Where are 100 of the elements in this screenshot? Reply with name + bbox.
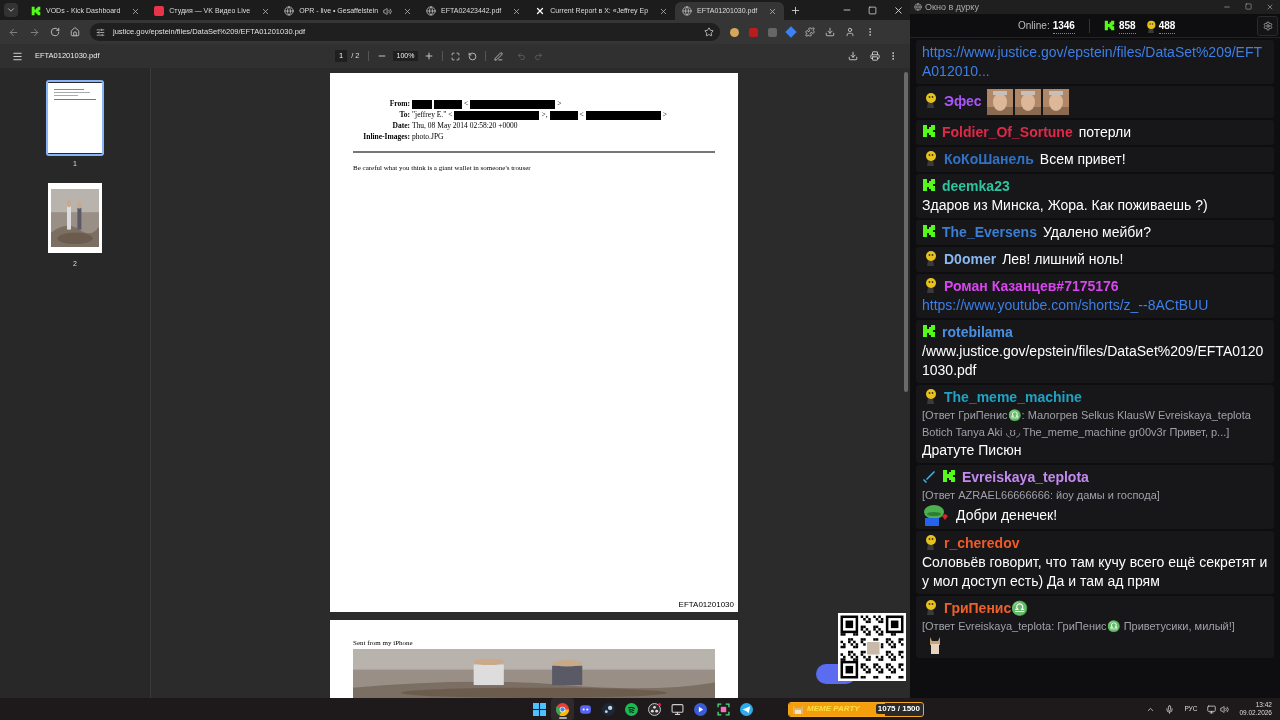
back-icon[interactable] bbox=[8, 26, 19, 38]
k-logo-icon bbox=[922, 124, 936, 138]
round-app-icon[interactable] bbox=[625, 702, 638, 716]
scrollbar-thumb[interactable] bbox=[904, 72, 908, 392]
close-icon[interactable] bbox=[659, 6, 669, 16]
reply-quote: [Ответ Evreiskaya_teplota: ГриПенис♎ Приветусики, милый!] bbox=[922, 619, 1236, 634]
close-icon[interactable] bbox=[131, 6, 141, 16]
close-icon[interactable] bbox=[893, 4, 904, 16]
print-icon[interactable] bbox=[870, 51, 880, 61]
x-mark-icon bbox=[535, 6, 546, 16]
message-link[interactable]: https://www.justice.gov/epstein/files/DataSet%209/EFTA012010... bbox=[922, 43, 1268, 81]
reload-icon[interactable] bbox=[50, 27, 60, 37]
chevron-down-icon bbox=[6, 5, 16, 15]
username[interactable]: Foldier_Of_Sortune bbox=[942, 124, 1073, 140]
k-logo-icon bbox=[922, 224, 936, 238]
extension-icon[interactable] bbox=[785, 26, 797, 38]
message-text: Удалено мейби? bbox=[1042, 224, 1151, 240]
frog-emote bbox=[922, 504, 950, 526]
reply-quote: [Ответ AZRAEL66666666: йоу дамы и господа] bbox=[922, 488, 1161, 503]
message-text: Добри денечек! bbox=[956, 505, 1058, 525]
download-icon[interactable] bbox=[848, 51, 858, 61]
microphone-icon[interactable] bbox=[1165, 704, 1175, 714]
window-title: Окно в дурку bbox=[925, 2, 979, 12]
k-logo-icon bbox=[1103, 20, 1115, 31]
new-tab-icon[interactable] bbox=[790, 5, 802, 16]
redaction-bar bbox=[412, 99, 432, 109]
cat-emote bbox=[928, 635, 942, 655]
fit-page-icon[interactable] bbox=[451, 51, 461, 61]
taskbar-button[interactable] bbox=[551, 698, 574, 720]
settings-button[interactable] bbox=[1257, 15, 1278, 36]
zoom-in-icon[interactable] bbox=[424, 51, 435, 61]
speaker-icon[interactable] bbox=[383, 6, 393, 16]
close-icon[interactable] bbox=[768, 6, 778, 16]
username[interactable]: r_cheredov bbox=[944, 535, 1020, 551]
username[interactable]: КоКоШанель bbox=[944, 151, 1034, 167]
profile-icon[interactable] bbox=[845, 27, 855, 37]
round-app-icon[interactable] bbox=[602, 702, 615, 716]
paper-plane-icon[interactable] bbox=[740, 702, 753, 716]
online-label: Online: bbox=[1018, 19, 1050, 33]
monitor-icon[interactable] bbox=[671, 702, 684, 716]
forward-icon[interactable] bbox=[29, 26, 40, 38]
settings-icon bbox=[1262, 20, 1273, 31]
reply-quote: [Ответ ГриПенис♎: Малогрев Selkus KlausW Evreiskaya_teplota Botich Tanya Aki ◟ʊ◞ The_meme_machine gr00v3r Привет, р...] bbox=[922, 408, 1252, 440]
app-icon bbox=[914, 3, 922, 11]
username[interactable]: The_Eversens bbox=[942, 224, 1037, 240]
username[interactable]: ГриПенис♎ bbox=[944, 600, 1029, 616]
round-app-icon[interactable] bbox=[648, 702, 661, 716]
game-controller-icon[interactable] bbox=[579, 702, 592, 716]
username[interactable]: rotebilama bbox=[942, 324, 1013, 340]
widget-title: MEME PARTY bbox=[807, 704, 860, 714]
viewer-count: 488 bbox=[1158, 17, 1176, 34]
page-thumbnail[interactable] bbox=[46, 80, 104, 156]
sword-icon bbox=[922, 470, 936, 484]
monitor-icon[interactable] bbox=[1207, 704, 1217, 714]
k-logo-icon bbox=[31, 6, 41, 16]
online-count: 1346 bbox=[1052, 17, 1075, 34]
message-text: /www.justice.gov/epstein/files/DataSet%209/EFTA01201030.pdf bbox=[922, 342, 1265, 380]
k-logo-icon bbox=[922, 324, 936, 338]
message-text: потерли bbox=[1078, 124, 1132, 140]
message-text: Здаров из Минска, Жора. Как поживаешь ?) bbox=[922, 196, 1209, 215]
windows-icon[interactable] bbox=[533, 702, 546, 716]
snip-icon[interactable] bbox=[717, 702, 730, 716]
username[interactable]: deemka23 bbox=[942, 178, 1010, 194]
close-icon[interactable] bbox=[512, 6, 522, 16]
k-logo-icon bbox=[922, 178, 936, 192]
speaker-icon[interactable] bbox=[1220, 704, 1230, 714]
viewer-count: 858 bbox=[1118, 17, 1136, 34]
username[interactable]: Роман Казанцев#7175176 bbox=[944, 278, 1119, 294]
round-app-icon[interactable] bbox=[556, 702, 569, 716]
site-settings-icon[interactable] bbox=[96, 27, 105, 37]
download-icon[interactable] bbox=[825, 27, 835, 37]
username[interactable]: Evreiskaya_teplota bbox=[962, 469, 1089, 485]
globe-icon bbox=[284, 6, 295, 16]
close-icon[interactable] bbox=[403, 6, 413, 16]
close-icon[interactable] bbox=[261, 6, 271, 16]
puzzle-icon[interactable] bbox=[805, 27, 815, 37]
square-logo-icon bbox=[154, 6, 165, 16]
widget-reading: 1075 / 1500 bbox=[875, 704, 922, 714]
username[interactable]: D0omer bbox=[944, 251, 997, 267]
globe-icon bbox=[426, 6, 437, 16]
qr-code-drawing bbox=[838, 613, 906, 681]
tab-list-button[interactable] bbox=[4, 3, 18, 17]
k-logo-icon bbox=[942, 469, 956, 483]
rotate-icon[interactable] bbox=[468, 51, 478, 61]
maximize-icon[interactable] bbox=[1245, 3, 1252, 10]
play-icon[interactable] bbox=[694, 702, 707, 716]
annotate-icon[interactable] bbox=[494, 51, 504, 61]
page-footer-id: EFTA01201030 bbox=[678, 599, 734, 611]
username[interactable]: Эфес bbox=[944, 92, 982, 109]
home-icon[interactable] bbox=[70, 27, 80, 37]
message-link[interactable]: https://www.youtube.com/shorts/z_--8ACtBUU bbox=[922, 296, 1268, 315]
message-text: Лев! лишний ноль! bbox=[1002, 251, 1124, 267]
menu-icon[interactable] bbox=[12, 50, 23, 62]
username[interactable]: The_meme_machine bbox=[944, 389, 1082, 405]
message-text: Всем привет! bbox=[1039, 151, 1126, 167]
globe-icon bbox=[682, 6, 693, 16]
message-text: Соловьёв говорит, что там кучу всего ещё секретят и у мол доступ есть) Да и там ад прям bbox=[922, 553, 1268, 591]
bookmark-star-icon[interactable] bbox=[704, 27, 714, 37]
meme-party-widget[interactable]: MEME PARTY 1075 / 1500 bbox=[788, 701, 924, 717]
message-text: Дратуте Писюн bbox=[922, 441, 1023, 460]
